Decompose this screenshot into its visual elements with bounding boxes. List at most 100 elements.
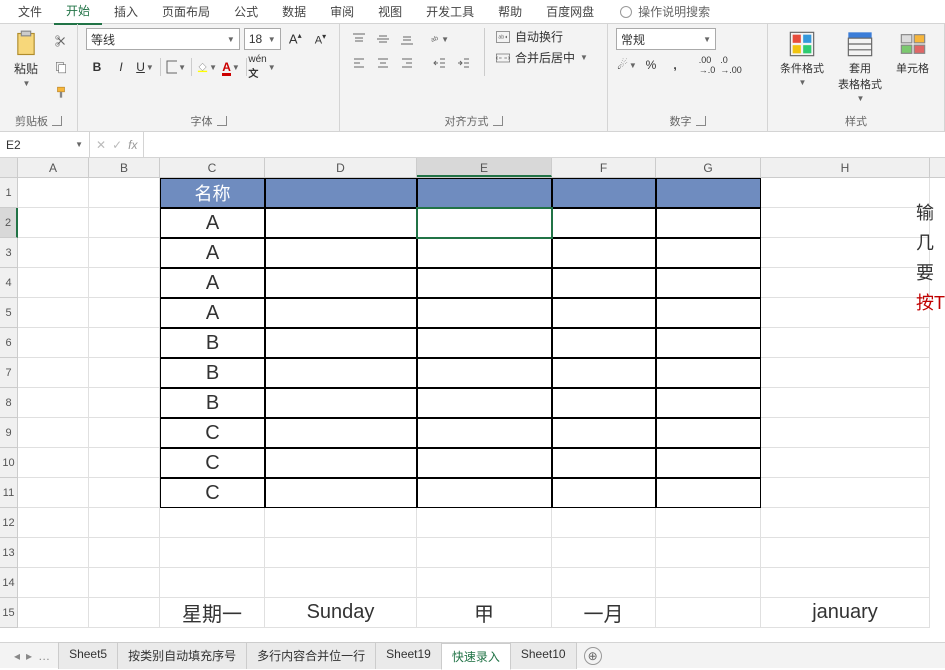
font-name-combo[interactable]: 等线▼ <box>86 28 240 50</box>
tab-insert[interactable]: 插入 <box>102 0 150 24</box>
cell[interactable] <box>761 238 930 268</box>
cell[interactable] <box>552 538 656 568</box>
align-middle-button[interactable] <box>372 28 394 50</box>
align-top-button[interactable] <box>348 28 370 50</box>
row-header[interactable]: 8 <box>0 388 18 418</box>
cell[interactable] <box>265 448 417 478</box>
cell[interactable] <box>265 328 417 358</box>
row-header[interactable]: 13 <box>0 538 18 568</box>
cell[interactable] <box>552 508 656 538</box>
cell[interactable]: B <box>160 328 265 358</box>
font-size-combo[interactable]: 18▼ <box>244 28 281 50</box>
decrease-decimal-button[interactable]: .0→.00 <box>720 54 742 76</box>
cell[interactable] <box>656 358 761 388</box>
cell[interactable] <box>656 478 761 508</box>
formula-input[interactable] <box>144 132 945 157</box>
cell[interactable] <box>417 298 552 328</box>
cell[interactable] <box>417 478 552 508</box>
cell[interactable] <box>18 418 89 448</box>
merge-center-button[interactable]: 合并后居中 ▼ <box>495 49 588 66</box>
cell[interactable] <box>18 328 89 358</box>
cell[interactable] <box>656 508 761 538</box>
dialog-launcher-icon[interactable] <box>696 116 706 126</box>
column-header[interactable]: D <box>265 158 417 177</box>
cell[interactable] <box>89 568 160 598</box>
sheet-nav-more[interactable]: … <box>38 649 50 663</box>
cell[interactable]: 甲 <box>417 598 552 628</box>
cell[interactable]: C <box>160 478 265 508</box>
select-all-triangle[interactable] <box>0 158 18 177</box>
tab-layout[interactable]: 页面布局 <box>150 0 222 24</box>
increase-decimal-button[interactable]: .00→.0 <box>696 54 718 76</box>
cell[interactable]: A <box>160 208 265 238</box>
add-sheet-button[interactable]: ⊕ <box>584 647 602 665</box>
cell[interactable] <box>656 238 761 268</box>
indent-increase-button[interactable] <box>452 52 474 74</box>
cell[interactable] <box>656 418 761 448</box>
enter-icon[interactable]: ✓ <box>112 138 122 152</box>
cell[interactable] <box>656 328 761 358</box>
cell[interactable] <box>89 598 160 628</box>
cell[interactable] <box>417 448 552 478</box>
cell[interactable] <box>656 178 761 208</box>
row-header[interactable]: 6 <box>0 328 18 358</box>
conditional-format-button[interactable]: 条件格式▼ <box>776 28 828 89</box>
row-header[interactable]: 5 <box>0 298 18 328</box>
row-header[interactable]: 11 <box>0 478 18 508</box>
cell[interactable] <box>265 238 417 268</box>
row-header[interactable]: 1 <box>0 178 18 208</box>
cell[interactable] <box>761 328 930 358</box>
cell[interactable] <box>18 538 89 568</box>
row-header[interactable]: 7 <box>0 358 18 388</box>
cancel-icon[interactable]: ✕ <box>96 138 106 152</box>
align-center-button[interactable] <box>372 52 394 74</box>
cell[interactable] <box>761 268 930 298</box>
cell[interactable] <box>417 508 552 538</box>
cell[interactable] <box>417 208 552 238</box>
tab-help[interactable]: 帮助 <box>486 0 534 24</box>
cell[interactable] <box>417 268 552 298</box>
cell[interactable] <box>761 538 930 568</box>
cell[interactable]: B <box>160 388 265 418</box>
underline-button[interactable]: U▼ <box>134 56 156 78</box>
cell[interactable] <box>89 358 160 388</box>
cell[interactable] <box>89 178 160 208</box>
cell[interactable] <box>18 178 89 208</box>
cell[interactable] <box>417 418 552 448</box>
row-header[interactable]: 15 <box>0 598 18 628</box>
cell[interactable] <box>761 448 930 478</box>
dialog-launcher-icon[interactable] <box>493 116 503 126</box>
cell[interactable] <box>761 508 930 538</box>
sheet-tab[interactable]: 快速录入 <box>441 643 511 670</box>
cell[interactable] <box>18 298 89 328</box>
cell[interactable] <box>656 598 761 628</box>
row-header[interactable]: 12 <box>0 508 18 538</box>
column-header[interactable]: H <box>761 158 930 177</box>
cell[interactable] <box>552 328 656 358</box>
cell[interactable] <box>265 508 417 538</box>
sheet-tab[interactable]: Sheet5 <box>58 642 118 669</box>
row-header[interactable]: 2 <box>0 208 18 238</box>
sheet-tab[interactable]: 多行内容合并位一行 <box>246 642 376 669</box>
cell[interactable] <box>265 388 417 418</box>
percent-button[interactable]: % <box>640 54 662 76</box>
cell[interactable] <box>160 538 265 568</box>
cell[interactable] <box>265 268 417 298</box>
dialog-launcher-icon[interactable] <box>217 116 227 126</box>
cell[interactable] <box>89 238 160 268</box>
cell[interactable] <box>265 568 417 598</box>
cell[interactable] <box>89 448 160 478</box>
name-box[interactable]: E2▼ <box>0 132 90 157</box>
borders-button[interactable]: ▼ <box>165 56 187 78</box>
cell[interactable] <box>89 208 160 238</box>
cell[interactable] <box>761 178 930 208</box>
cell[interactable] <box>761 358 930 388</box>
fx-icon[interactable]: fx <box>128 138 137 152</box>
cell[interactable] <box>552 388 656 418</box>
cell[interactable] <box>18 238 89 268</box>
cell[interactable] <box>160 568 265 598</box>
cell[interactable] <box>89 268 160 298</box>
tab-home[interactable]: 开始 <box>54 0 102 25</box>
cell[interactable] <box>89 478 160 508</box>
cell[interactable] <box>18 448 89 478</box>
